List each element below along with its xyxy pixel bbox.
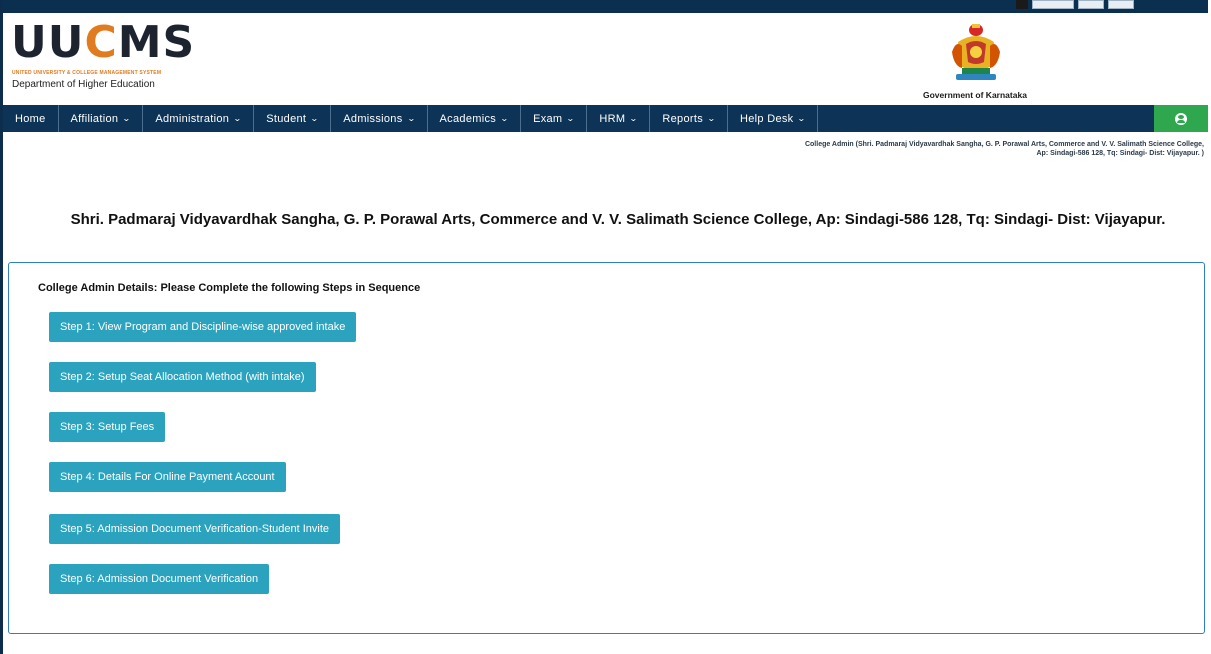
- nav-item-label: Administration: [155, 112, 230, 125]
- font-size-control-2[interactable]: [1078, 0, 1104, 9]
- nav-item-reports[interactable]: Reports ⌄: [650, 105, 729, 132]
- nav-item-administration[interactable]: Administration ⌄: [143, 105, 255, 132]
- chevron-down-icon: ⌄: [797, 114, 807, 123]
- accessibility-contrast-icon[interactable]: [1016, 0, 1028, 9]
- page: UUCMS UNITED UNIVERSITY & COLLEGE MANAGE…: [0, 0, 1211, 654]
- steps-heading: College Admin Details: Please Complete t…: [38, 282, 421, 294]
- nav-item-academics[interactable]: Academics ⌄: [428, 105, 522, 132]
- nav-item-label: Reports: [662, 112, 703, 125]
- step-4-button[interactable]: Step 4: Details For Online Payment Accou…: [49, 462, 286, 492]
- college-title: Shri. Padmaraj Vidyavardhak Sangha, G. P…: [70, 211, 1166, 228]
- step-1-button[interactable]: Step 1: View Program and Discipline-wise…: [49, 312, 357, 342]
- user-menu-button[interactable]: [1154, 105, 1208, 132]
- nav-item-label: Student: [266, 112, 307, 125]
- nav-item-admissions[interactable]: Admissions ⌄: [331, 105, 428, 132]
- user-circle-icon: [1175, 112, 1187, 125]
- nav-item-help-desk[interactable]: Help Desk ⌄: [728, 105, 819, 132]
- font-size-control-3[interactable]: [1108, 0, 1134, 9]
- top-bar: [3, 0, 1208, 13]
- steps-card: College Admin Details: Please Complete t…: [8, 262, 1205, 634]
- nav-item-home[interactable]: Home: [3, 105, 59, 132]
- department-label: Department of Higher Education: [12, 79, 155, 90]
- nav-item-label: Affiliation: [70, 112, 119, 125]
- nav-item-label: Help Desk: [740, 112, 794, 125]
- header: UUCMS UNITED UNIVERSITY & COLLEGE MANAGE…: [3, 13, 1208, 105]
- step-6-button[interactable]: Step 6: Admission Document Verification: [49, 564, 270, 594]
- nav-item-label: HRM: [599, 112, 626, 125]
- karnataka-emblem-icon: [952, 24, 1000, 80]
- logo-tagline: UNITED UNIVERSITY & COLLEGE MANAGEMENT S…: [12, 70, 162, 76]
- nav-item-affiliation[interactable]: Affiliation ⌄: [59, 105, 144, 132]
- nav-item-hrm[interactable]: HRM ⌄: [587, 105, 651, 132]
- chevron-down-icon: ⌄: [233, 114, 243, 123]
- chevron-down-icon: ⌄: [406, 114, 416, 123]
- nav-item-exam[interactable]: Exam ⌄: [521, 105, 588, 132]
- nav-item-student[interactable]: Student ⌄: [254, 105, 332, 132]
- nav-item-label: Exam: [533, 112, 563, 125]
- nav-item-label: Home: [15, 112, 46, 125]
- font-size-control[interactable]: [1032, 0, 1074, 9]
- government-label: Government of Karnataka: [923, 90, 1027, 100]
- main-navbar: Home Affiliation ⌄ Administration ⌄ Student ⌄ A…: [3, 105, 1208, 132]
- chevron-down-icon: ⌄: [499, 114, 510, 123]
- uucms-logo[interactable]: UUCMS: [11, 21, 195, 65]
- chevron-down-icon: ⌄: [122, 114, 132, 123]
- step-2-button[interactable]: Step 2: Setup Seat Allocation Method (wi…: [49, 362, 316, 392]
- step-3-button[interactable]: Step 3: Setup Fees: [49, 412, 166, 442]
- chevron-down-icon: ⌄: [566, 114, 576, 123]
- step-5-button[interactable]: Step 5: Admission Document Verification-…: [49, 514, 341, 544]
- chevron-down-icon: ⌄: [706, 114, 717, 123]
- logged-in-admin-info: College Admin (Shri. Padmaraj Vidyavardh…: [804, 141, 1204, 157]
- chevron-down-icon: ⌄: [310, 114, 320, 123]
- nav-item-label: Academics: [439, 112, 497, 125]
- nav-item-label: Admissions: [343, 112, 403, 125]
- chevron-down-icon: ⌄: [629, 114, 639, 123]
